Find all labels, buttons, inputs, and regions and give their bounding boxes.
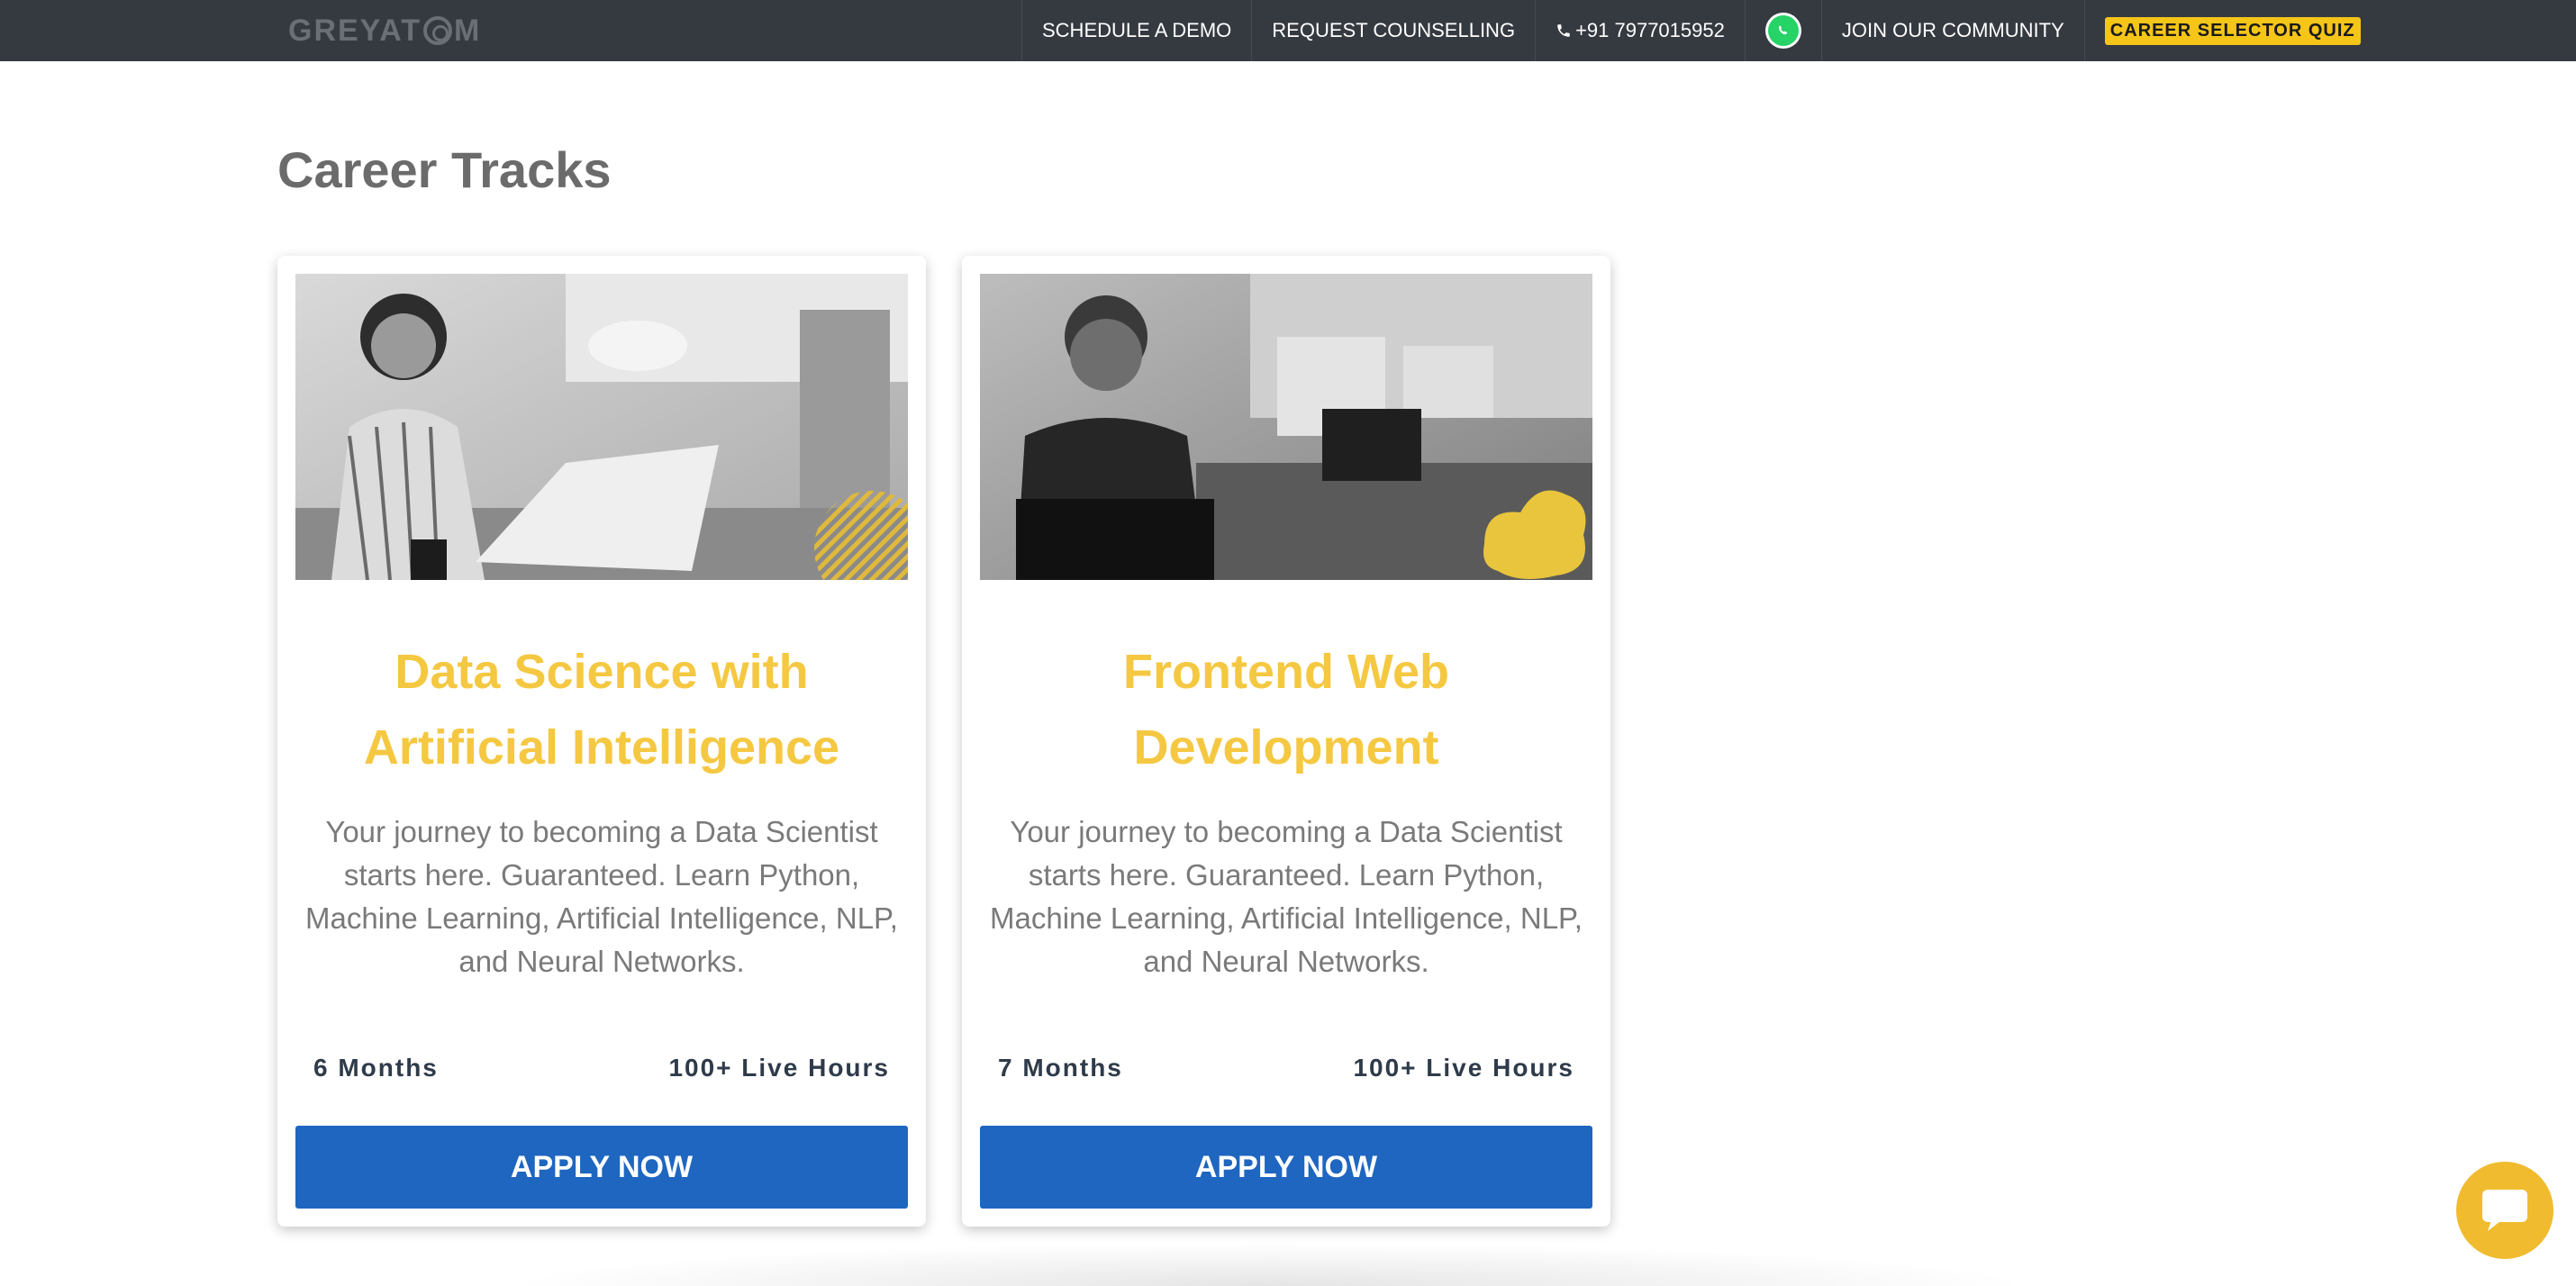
career-quiz-badge: CAREER SELECTOR QUIZ xyxy=(2104,16,2361,45)
track-duration: 7 Months xyxy=(998,1054,1123,1082)
phone-link[interactable]: +91 7977015952 xyxy=(1535,0,1745,61)
career-quiz-link[interactable]: CAREER SELECTOR QUIZ xyxy=(2083,0,2381,61)
greyatom-logo[interactable]: GREYAT M xyxy=(288,13,481,49)
footer-shadow xyxy=(504,1243,2036,1286)
track-hours: 100+ Live Hours xyxy=(1353,1054,1574,1082)
track-description: Your journey to becoming a Data Scientis… xyxy=(990,815,1583,978)
track-hours: 100+ Live Hours xyxy=(668,1054,890,1082)
career-track-card: Data Science with Artificial Intelligenc… xyxy=(277,256,926,1227)
schedule-demo-label: SCHEDULE A DEMO xyxy=(1042,19,1232,41)
track-stats: 6 Months 100+ Live Hours xyxy=(295,1054,908,1099)
career-track-card: Frontend Web Development Your journey to… xyxy=(962,256,1610,1227)
top-navbar: GREYAT M SCHEDULE A DEMO REQUEST COUNSELL… xyxy=(0,0,2576,61)
phone-icon xyxy=(1557,24,1570,37)
track-stats: 7 Months 100+ Live Hours xyxy=(980,1054,1592,1099)
chat-bubble-icon xyxy=(2482,1190,2527,1231)
track-title: Data Science with Artificial Intelligenc… xyxy=(363,645,840,774)
apply-now-button[interactable]: APPLY NOW xyxy=(295,1126,908,1209)
chat-launcher-button[interactable] xyxy=(2456,1162,2553,1259)
join-community-link[interactable]: JOIN OUR COMMUNITY xyxy=(1820,0,2084,61)
whatsapp-icon xyxy=(1764,13,1801,49)
header-nav: SCHEDULE A DEMO REQUEST COUNSELLING +91 … xyxy=(1021,0,2381,61)
logo-ring-icon xyxy=(423,16,453,45)
request-counselling-label: REQUEST COUNSELLING xyxy=(1272,19,1516,41)
track-photo xyxy=(295,274,908,580)
track-photo xyxy=(980,274,1592,580)
request-counselling-link[interactable]: REQUEST COUNSELLING xyxy=(1251,0,1535,61)
join-community-label: JOIN OUR COMMUNITY xyxy=(1841,19,2064,41)
phone-number: +91 7977015952 xyxy=(1575,19,1725,41)
track-title: Frontend Web Development xyxy=(1123,645,1449,774)
track-duration: 6 Months xyxy=(313,1054,439,1082)
apply-now-button[interactable]: APPLY NOW xyxy=(980,1126,1592,1209)
whatsapp-link[interactable] xyxy=(1744,0,1821,61)
track-description: Your journey to becoming a Data Scientis… xyxy=(305,815,898,978)
schedule-demo-link[interactable]: SCHEDULE A DEMO xyxy=(1021,0,1251,61)
section-title: Career Tracks xyxy=(277,141,612,198)
